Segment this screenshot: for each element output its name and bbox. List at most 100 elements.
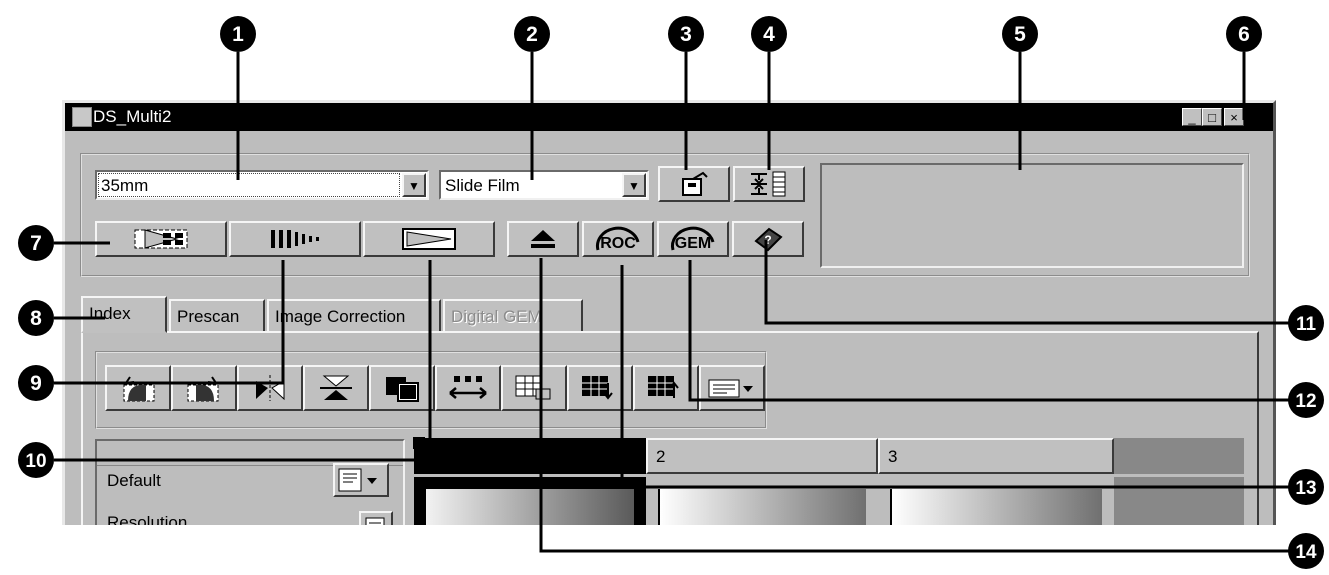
app-icon [72, 107, 92, 127]
list-view-icon [708, 379, 753, 398]
svg-text:2: 2 [526, 23, 538, 46]
svg-text:4: 4 [763, 23, 775, 46]
preferences-icon [682, 171, 708, 196]
svg-text:3: 3 [680, 23, 692, 46]
chevron-down-icon[interactable]: ▼ [622, 173, 646, 197]
callout-badge-8: 8 [18, 300, 54, 336]
frame-header-1[interactable] [414, 438, 646, 474]
index-scan-button[interactable] [95, 221, 227, 257]
grid-select-icon [515, 375, 551, 400]
callout-badge-1: 1 [220, 16, 256, 52]
callout-badge-12: 12 [1288, 382, 1324, 418]
frame-thumbnail-4[interactable] [1114, 477, 1244, 525]
help-button[interactable]: ? [732, 221, 804, 257]
svg-text:13: 13 [1295, 478, 1316, 499]
view-menu-button[interactable] [699, 365, 765, 411]
rotate-left-icon [123, 376, 155, 402]
rotate-left-button[interactable] [105, 365, 171, 411]
film-type-select[interactable]: Slide Film ▼ [439, 170, 649, 200]
frame-header-4[interactable] [1114, 438, 1244, 474]
chevron-down-icon[interactable]: ▼ [402, 173, 426, 197]
tool-row [105, 365, 765, 411]
svg-text:14: 14 [1295, 542, 1317, 563]
rotate-right-button[interactable] [171, 365, 237, 411]
callout-badge-3: 3 [668, 16, 704, 52]
fit-width-icon [449, 376, 487, 399]
tab-prescan[interactable]: Prescan [169, 299, 265, 333]
tab-digital-gem: Digital GEM [443, 299, 583, 333]
tab-index[interactable]: Index [81, 296, 167, 333]
grid-load-icon [648, 376, 679, 398]
window-title: DS_Multi2 [93, 107, 172, 126]
callout-badge-11: 11 [1288, 305, 1324, 341]
callout-badge-4: 4 [751, 16, 787, 52]
svg-text:1: 1 [232, 23, 244, 46]
prescan-button[interactable] [229, 221, 361, 257]
svg-text:7: 7 [30, 232, 42, 255]
play-icon [402, 228, 456, 250]
fit-width-button[interactable] [435, 365, 501, 411]
list-menu-icon [338, 468, 377, 492]
svg-text:6: 6 [1238, 23, 1250, 46]
callout-badge-14: 14 [1288, 533, 1324, 569]
info-display [820, 163, 1244, 268]
roc-button[interactable]: ROC [582, 221, 654, 257]
svg-text:9: 9 [30, 372, 42, 395]
svg-text:10: 10 [25, 451, 46, 472]
callout-badge-13: 13 [1288, 469, 1324, 505]
frame-header-2[interactable]: 2 [646, 438, 878, 474]
eject-button[interactable] [507, 221, 579, 257]
callout-badge-6: 6 [1226, 16, 1262, 52]
flip-vertical-button[interactable] [303, 365, 369, 411]
callout-badge-5: 5 [1002, 16, 1038, 52]
resolution-label: Resolution [107, 513, 188, 525]
svg-text:?: ? [764, 233, 771, 247]
default-label: Default [107, 471, 161, 490]
svg-text:11: 11 [1296, 314, 1317, 335]
eject-icon [531, 230, 555, 248]
focus-button[interactable] [733, 166, 805, 202]
grid-save-icon [582, 376, 613, 400]
index-scan-icon [134, 229, 188, 249]
film-format-select[interactable]: 35mm ▼ [95, 170, 429, 200]
frame-header-3[interactable]: 3 [878, 438, 1114, 474]
rotate-right-icon [187, 376, 219, 402]
resolution-button[interactable] [359, 511, 393, 525]
focus-icon [751, 171, 786, 197]
flip-vertical-icon [320, 375, 352, 400]
index-load-button[interactable] [633, 365, 699, 411]
index-save-button[interactable] [567, 365, 633, 411]
svg-text:5: 5 [1014, 23, 1026, 46]
flip-horizontal-icon [256, 375, 285, 401]
roc-icon: ROC [596, 226, 640, 252]
invert-button[interactable] [369, 365, 435, 411]
roc-label: ROC [600, 235, 636, 252]
scan-button[interactable] [363, 221, 495, 257]
svg-text:8: 8 [30, 307, 42, 330]
film-format-value: 35mm [101, 176, 149, 195]
close-button[interactable]: × [1224, 108, 1244, 126]
callout-badge-2: 2 [514, 16, 550, 52]
maximize-button[interactable]: □ [1202, 108, 1222, 126]
select-all-button[interactable] [501, 365, 567, 411]
gem-label: GEM [675, 235, 711, 252]
frame-thumbnail-2[interactable] [646, 477, 878, 525]
prescan-icon [271, 230, 319, 248]
callout-badge-9: 9 [18, 365, 54, 401]
settings-panel: Default Resolution [95, 439, 405, 525]
svg-text:12: 12 [1295, 391, 1316, 412]
minimize-button[interactable]: _ [1182, 108, 1202, 126]
flip-horizontal-button[interactable] [237, 365, 303, 411]
frame-thumbnail-1[interactable] [414, 477, 646, 525]
help-book-icon: ? [754, 227, 783, 252]
film-type-value: Slide Film [445, 176, 520, 195]
default-menu-button[interactable] [333, 463, 389, 497]
frame-thumbnail-3[interactable] [878, 477, 1114, 525]
callout-badge-10: 10 [18, 442, 54, 478]
title-bar[interactable]: DS_Multi2 _ □ × [65, 103, 1273, 131]
callout-badge-7: 7 [18, 225, 54, 261]
tab-image-correction[interactable]: Image Correction [267, 299, 441, 333]
list-icon [365, 517, 385, 525]
gem-button[interactable]: GEM [657, 221, 729, 257]
preferences-button[interactable] [658, 166, 730, 202]
